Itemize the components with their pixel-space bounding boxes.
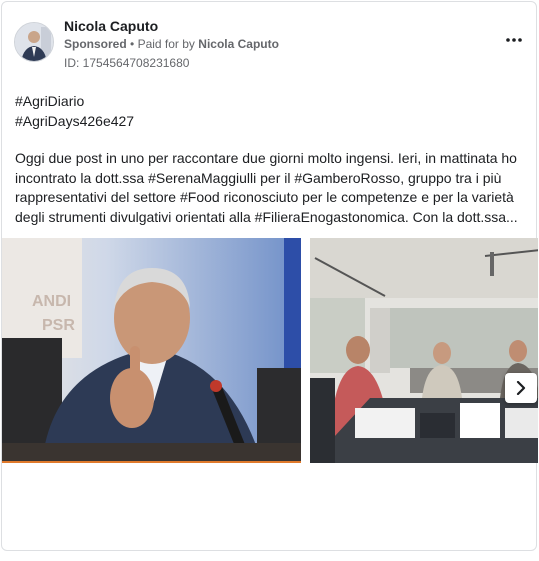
svg-text:ANDI: ANDI [32,293,71,310]
author-name[interactable]: Nicola Caputo [64,18,158,34]
hashtag-agridays[interactable]: #AgriDays426e427 [15,112,527,132]
more-horizontal-icon [506,38,522,42]
carousel-next-button[interactable] [505,373,537,403]
ad-id: ID: 1754564708231680 [64,56,190,70]
sponsored-line: Sponsored • Paid for by Nicola Caputo [64,37,279,51]
post-body: #AgriDiario #AgriDays426e427 Oggi due po… [15,92,527,227]
photo-man-speaking: ANDI PSR [2,238,301,461]
chevron-right-icon [516,381,526,395]
author-avatar[interactable] [14,22,54,62]
photo-meeting-room [310,238,538,463]
post-text-line: incontrato la dott.ssa #SerenaMaggiulli … [15,169,502,186]
paid-for-prefix: Paid for by [137,37,195,51]
paid-for-name: Nicola Caputo [198,37,279,51]
svg-text:PSR: PSR [42,317,75,334]
carousel-image-1[interactable]: ANDI PSR [2,238,301,463]
post-text-line: degli strumenti divulgativi orientati al… [15,208,518,225]
carousel-image-2[interactable] [310,238,538,463]
media-carousel: ANDI PSR [2,238,538,464]
post-text-line: Oggi due post in uno per raccontare due … [15,150,517,166]
ad-card: Nicola Caputo Sponsored • Paid for by Ni… [1,1,538,551]
sponsored-label: Sponsored [64,37,127,51]
hashtag-agridiario[interactable]: #AgriDiario [15,92,527,112]
post-text-line: rappresentativi del settore #Food ricono… [15,189,514,205]
separator-dot: • [130,37,135,51]
avatar-photo [15,23,53,61]
post-header: Nicola Caputo Sponsored • Paid for by Ni… [14,15,526,71]
more-options-button[interactable] [502,32,526,48]
